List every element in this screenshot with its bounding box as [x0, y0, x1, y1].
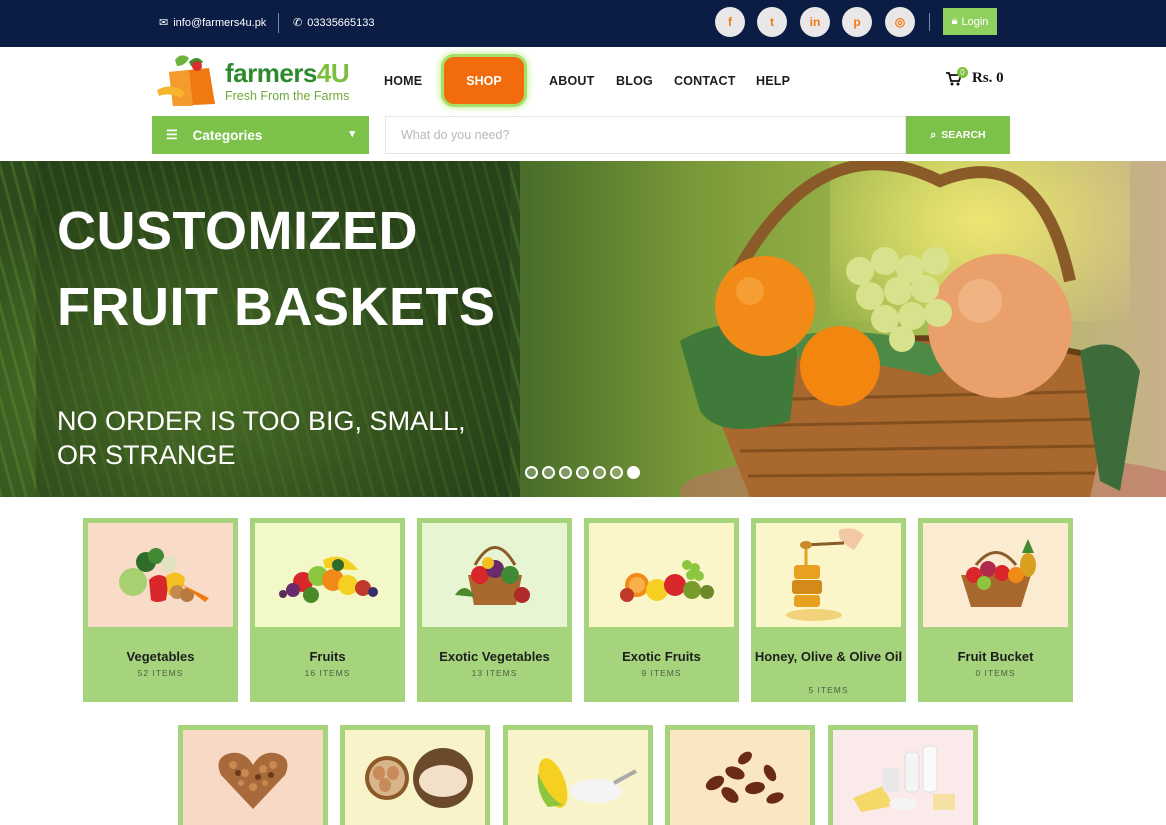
- nav-about[interactable]: ABOUT: [549, 74, 594, 88]
- lock-icon: 🔒︎: [951, 15, 958, 27]
- cart-amount: Rs. 0: [972, 70, 1004, 86]
- exotic-fruits-image: [619, 560, 714, 602]
- hero-title-line2: FRUIT BASKETS: [57, 277, 496, 337]
- eggs-chicken-image: [365, 747, 473, 808]
- phone-icon: ✆: [293, 17, 303, 29]
- category-count: 52 ITEMS: [137, 668, 184, 678]
- category-count: 9 ITEMS: [641, 668, 682, 678]
- category-image: [589, 523, 734, 627]
- brand-name: farmers4U: [225, 58, 350, 88]
- slider-dot[interactable]: [576, 466, 589, 479]
- category-count: 13 ITEMS: [471, 668, 518, 678]
- category-tile-dry-fruits[interactable]: [178, 725, 328, 825]
- category-image: [923, 523, 1068, 627]
- fruits-image: [278, 556, 378, 603]
- category-tile-exotic-vegetables[interactable]: Exotic Vegetables 13 ITEMS: [417, 518, 572, 702]
- hero-banner[interactable]: CUSTOMIZED FRUIT BASKETS NO ORDER IS TOO…: [0, 161, 1166, 497]
- linkedin-icon[interactable]: in: [800, 7, 830, 37]
- category-tile-grains-flour[interactable]: [503, 725, 653, 825]
- category-count: 0 ITEMS: [975, 668, 1016, 678]
- logo[interactable]: farmers4U Fresh From the Farms: [155, 52, 355, 110]
- hero-subtitle: NO ORDER IS TOO BIG, SMALL, OR STRANGE: [57, 404, 466, 472]
- exotic-vegetables-image: [454, 546, 530, 605]
- divider: [278, 13, 279, 33]
- category-tile-exotic-fruits[interactable]: Exotic Fruits 9 ITEMS: [584, 518, 739, 702]
- phone-text: 03335665133: [307, 16, 375, 29]
- category-image: [670, 730, 810, 825]
- menu-icon: ☰: [166, 127, 178, 142]
- chevron-down-icon: ▾: [349, 128, 355, 140]
- category-image: [422, 523, 567, 627]
- category-tile-vegetables[interactable]: Vegetables 52 ITEMS: [83, 518, 238, 702]
- dairy-image: [853, 745, 955, 812]
- slider-dot[interactable]: [559, 466, 572, 479]
- fruit-bucket-image: [960, 539, 1036, 607]
- category-name: Vegetables: [126, 649, 195, 664]
- login-label: Login: [961, 15, 989, 28]
- nav-contact[interactable]: CONTACT: [674, 74, 736, 88]
- email-text: info@farmers4u.pk: [173, 16, 267, 29]
- nuts-heart-image: [218, 752, 288, 809]
- category-name: Honey, Olive & Olive Oil: [754, 649, 903, 664]
- slider-dot[interactable]: [610, 466, 623, 479]
- logo-bag-icon: [157, 55, 215, 106]
- slider-dot[interactable]: [542, 466, 555, 479]
- hero-subtitle-line2: OR STRANGE: [57, 440, 236, 470]
- category-name: Fruits: [309, 649, 346, 664]
- category-count: 16 ITEMS: [304, 668, 351, 678]
- top-bar: ✉ info@farmers4u.pk ✆ 03335665133 f t in…: [0, 0, 1166, 47]
- hero-title-line1: CUSTOMIZED: [57, 201, 419, 261]
- dates-image: [705, 751, 784, 804]
- category-image: [183, 730, 323, 825]
- phone-contact[interactable]: ✆ 03335665133: [293, 16, 375, 30]
- hero-subtitle-line1: NO ORDER IS TOO BIG, SMALL,: [57, 406, 466, 436]
- category-tile-honey-olive-oil[interactable]: Honey, Olive & Olive Oil 5 ITEMS: [751, 518, 906, 702]
- email-contact[interactable]: ✉ info@farmers4u.pk: [159, 16, 267, 30]
- cart[interactable]: 0 Rs. 0: [946, 67, 1004, 87]
- category-name: Exotic Fruits: [622, 649, 701, 664]
- nav-shop[interactable]: SHOP: [444, 57, 524, 104]
- category-image: [508, 730, 648, 825]
- nav-help[interactable]: HELP: [756, 74, 790, 88]
- search-button[interactable]: ⌕ SEARCH: [906, 116, 1010, 154]
- category-image: [833, 730, 973, 825]
- categories-label: Categories: [192, 127, 263, 143]
- category-image: [345, 730, 485, 825]
- facebook-icon[interactable]: f: [715, 7, 745, 37]
- category-count: 5 ITEMS: [808, 685, 849, 695]
- category-tile-dairy[interactable]: [828, 725, 978, 825]
- category-tile-meat-eggs[interactable]: [340, 725, 490, 825]
- category-image: [756, 523, 901, 627]
- slider-dot-active[interactable]: [627, 466, 640, 479]
- corn-flour-image: [537, 757, 637, 808]
- category-tile-dates[interactable]: [665, 725, 815, 825]
- hero-title: CUSTOMIZED FRUIT BASKETS: [57, 193, 496, 345]
- category-tile-fruits[interactable]: Fruits 16 ITEMS: [250, 518, 405, 702]
- nav-blog[interactable]: BLOG: [616, 74, 653, 88]
- search-input[interactable]: [385, 116, 906, 154]
- categories-dropdown[interactable]: ☰ Categories ▾: [152, 116, 369, 154]
- slider-dot[interactable]: [593, 466, 606, 479]
- brand-tagline: Fresh From the Farms: [225, 89, 350, 103]
- slider-dots: [525, 466, 640, 479]
- instagram-icon[interactable]: ◎: [885, 7, 915, 37]
- fruit-basket-image: [680, 161, 1166, 497]
- login-button[interactable]: 🔒︎ Login: [943, 8, 997, 35]
- slider-dot[interactable]: [525, 466, 538, 479]
- vegetables-image: [118, 548, 209, 602]
- cart-count-badge: 0: [957, 67, 968, 78]
- category-image: [255, 523, 400, 627]
- twitter-icon[interactable]: t: [757, 7, 787, 37]
- category-name: Exotic Vegetables: [439, 649, 550, 664]
- envelope-icon: ✉: [159, 17, 169, 29]
- honey-image: [785, 528, 864, 621]
- pinterest-icon[interactable]: p: [842, 7, 872, 37]
- nav-home[interactable]: HOME: [384, 74, 422, 88]
- search-button-label: SEARCH: [941, 129, 986, 141]
- divider: [929, 13, 930, 31]
- category-tile-fruit-bucket[interactable]: Fruit Bucket 0 ITEMS: [918, 518, 1073, 702]
- search-icon: ⌕: [930, 128, 937, 141]
- category-image: [88, 523, 233, 627]
- category-name: Fruit Bucket: [957, 649, 1034, 664]
